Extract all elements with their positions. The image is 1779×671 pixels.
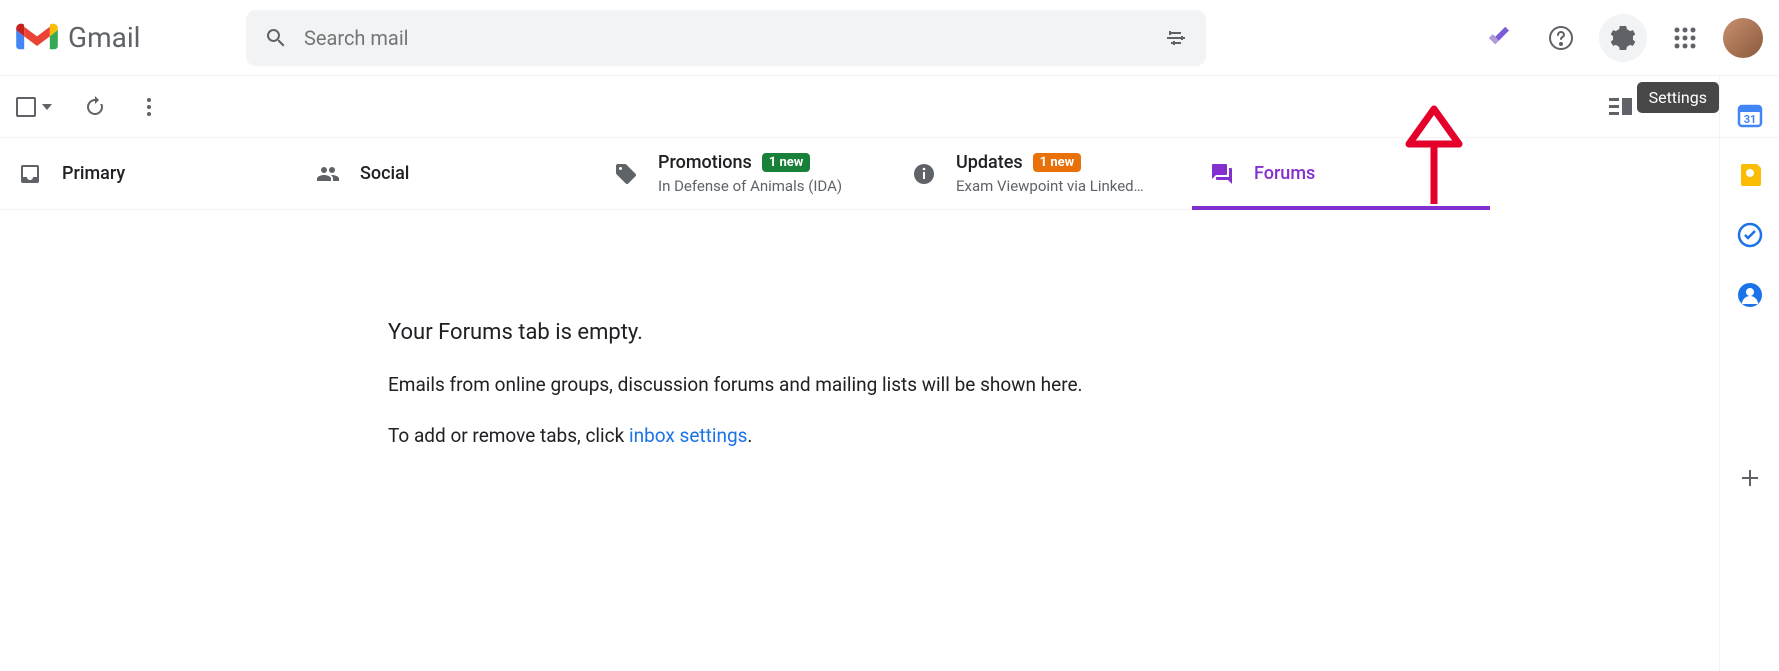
avatar[interactable] — [1723, 18, 1763, 58]
select-all-checkbox[interactable] — [16, 97, 52, 117]
app-name: Gmail — [68, 21, 140, 54]
new-badge: 1 new — [1033, 153, 1082, 172]
toggle-split-pane-button[interactable] — [1609, 96, 1633, 118]
contacts-icon[interactable] — [1737, 282, 1763, 308]
header-actions — [1435, 14, 1763, 62]
inbox-icon — [18, 162, 42, 186]
apps-icon[interactable] — [1661, 14, 1709, 62]
tab-label: Forums — [1254, 163, 1315, 184]
logo-area[interactable]: Gmail — [16, 21, 246, 54]
tab-forums[interactable]: Forums — [1192, 138, 1490, 209]
keep-icon[interactable] — [1737, 162, 1763, 188]
toolbar: Settings — [0, 76, 1779, 138]
search-bar[interactable] — [246, 10, 1206, 66]
empty-title: Your Forums tab is empty. — [388, 320, 1779, 345]
add-icon[interactable] — [1737, 465, 1763, 491]
tab-label: Updates — [956, 152, 1023, 173]
more-button[interactable] — [138, 96, 160, 118]
empty-state: Your Forums tab is empty. Emails from on… — [0, 210, 1779, 447]
new-badge: 1 new — [762, 153, 811, 172]
tab-preview: In Defense of Animals (IDA) — [658, 177, 842, 195]
support-icon[interactable] — [1537, 14, 1585, 62]
refresh-button[interactable] — [84, 96, 106, 118]
tab-label: Primary — [62, 163, 125, 184]
empty-action-prefix: To add or remove tabs, click — [388, 424, 629, 447]
tab-label: Social — [360, 163, 409, 184]
gmail-logo-icon — [16, 22, 58, 54]
empty-action: To add or remove tabs, click inbox setti… — [388, 424, 1779, 447]
gear-icon — [1610, 25, 1636, 51]
tag-icon — [614, 162, 638, 186]
tab-primary[interactable]: Primary — [0, 138, 298, 209]
search-options-icon[interactable] — [1164, 26, 1188, 50]
category-tabs: Primary Social Promotions 1 new In Defen… — [0, 138, 1490, 210]
tab-updates[interactable]: Updates 1 new Exam Viewpoint via Linked… — [894, 138, 1192, 209]
search-input[interactable] — [288, 26, 1164, 50]
calendar-icon[interactable]: 31 — [1737, 102, 1763, 128]
settings-button[interactable] — [1599, 14, 1647, 62]
chevron-down-icon[interactable] — [42, 104, 52, 110]
tab-preview: Exam Viewpoint via Linked… — [956, 177, 1144, 195]
svg-text:31: 31 — [1743, 113, 1756, 126]
search-icon — [264, 26, 288, 50]
people-icon — [316, 162, 340, 186]
empty-description: Emails from online groups, discussion fo… — [388, 373, 1779, 396]
forum-icon — [1210, 162, 1234, 186]
info-icon — [912, 162, 936, 186]
side-panel: 31 — [1719, 76, 1779, 671]
header: Gmail — [0, 0, 1779, 76]
tab-promotions[interactable]: Promotions 1 new In Defense of Animals (… — [596, 138, 894, 209]
settings-tooltip: Settings — [1637, 82, 1719, 113]
tasks-icon[interactable] — [1737, 222, 1763, 248]
empty-action-suffix: . — [747, 424, 752, 447]
tab-label: Promotions — [658, 152, 752, 173]
tab-social[interactable]: Social — [298, 138, 596, 209]
task-check-icon[interactable] — [1475, 14, 1523, 62]
inbox-settings-link[interactable]: inbox settings — [629, 424, 747, 447]
